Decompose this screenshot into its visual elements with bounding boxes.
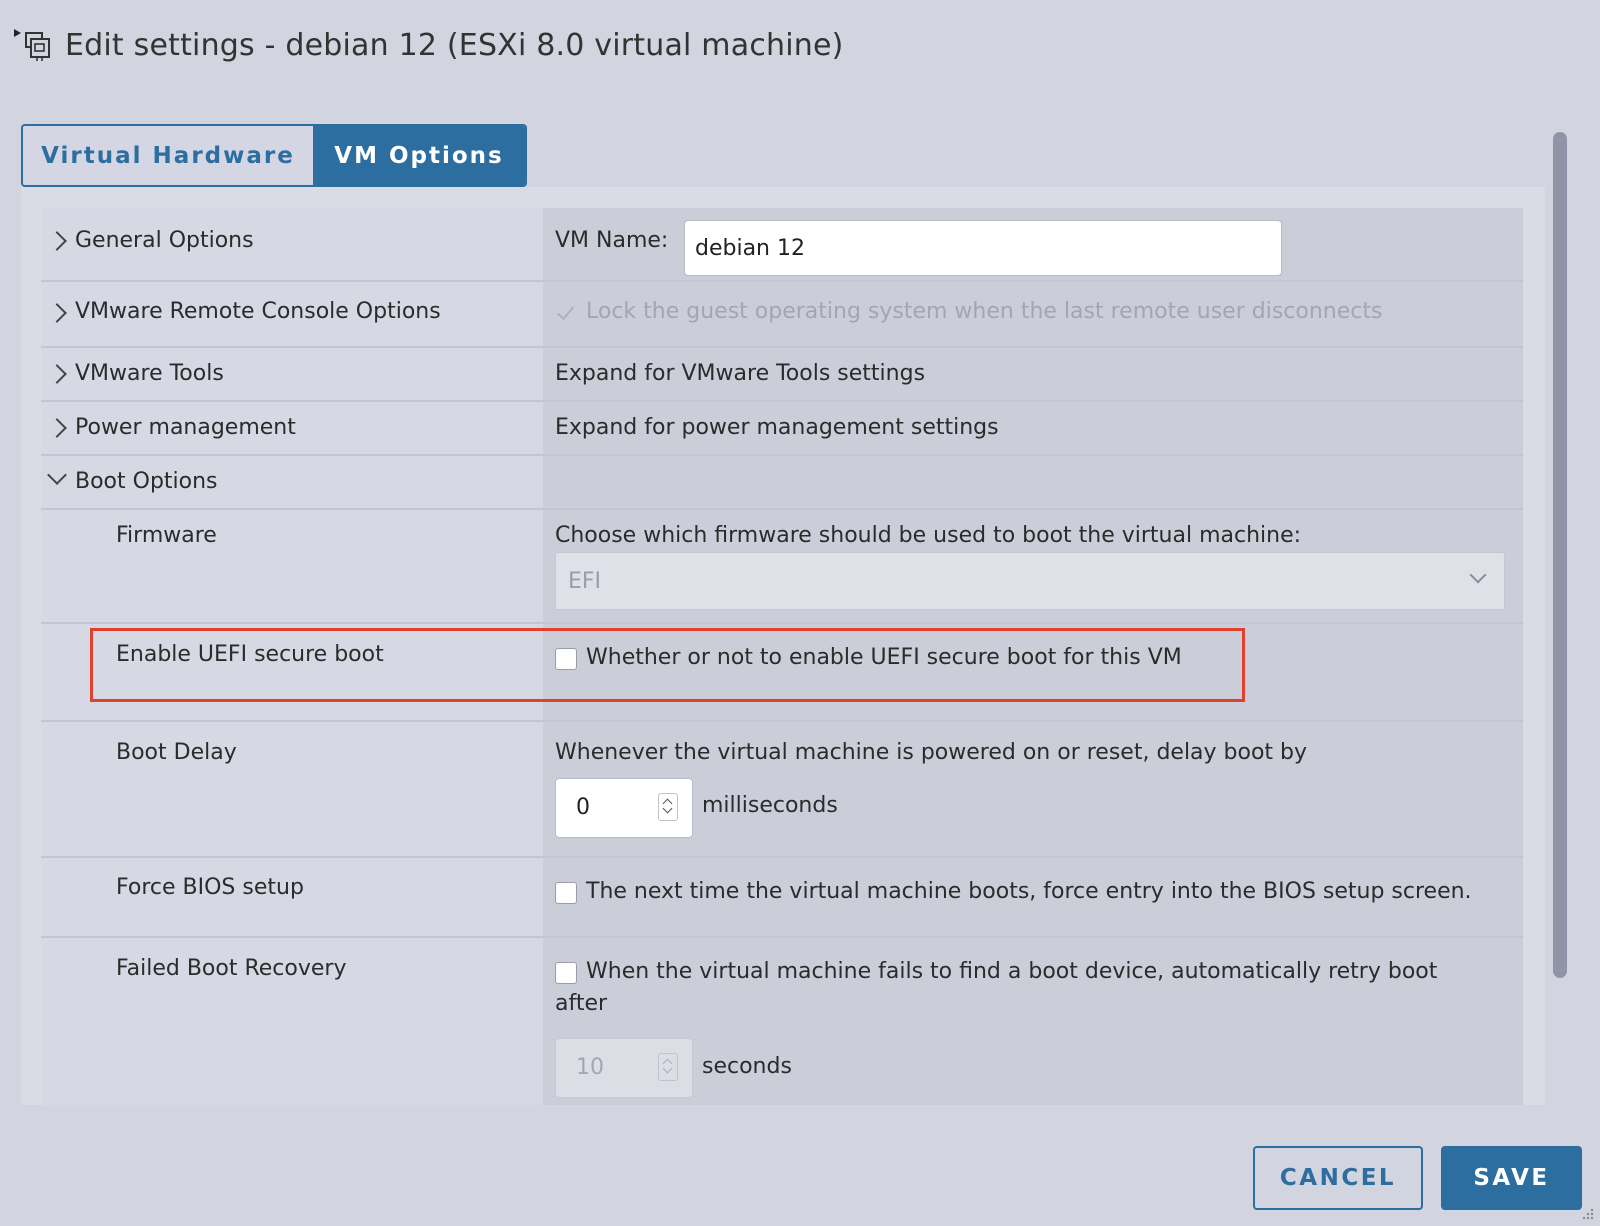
firmware-label: Firmware [116, 523, 217, 548]
chevron-right-icon[interactable] [47, 418, 67, 438]
stepper-icon[interactable] [658, 793, 678, 821]
row-boot-options: Boot Options [41, 456, 1523, 510]
failed-boot-recovery-checkbox[interactable] [555, 962, 577, 984]
dialog-title: Edit settings - debian 12 (ESXi 8.0 virt… [65, 28, 844, 63]
firmware-selected-value: EFI [568, 569, 602, 594]
tab-virtual-hardware[interactable]: Virtual Hardware [23, 126, 313, 185]
resize-grip-icon[interactable] [1580, 1206, 1594, 1220]
force-bios-description: The next time the virtual machine boots,… [586, 879, 1472, 904]
force-bios-checkbox[interactable] [555, 882, 577, 904]
stepper-icon[interactable] [658, 1053, 678, 1081]
uefi-secure-boot-label: Enable UEFI secure boot [116, 642, 384, 667]
failed-boot-recovery-label: Failed Boot Recovery [116, 956, 347, 981]
row-vmware-tools: VMware Tools Expand for VMware Tools set… [41, 348, 1523, 402]
retry-boot-seconds-input[interactable]: 10 [555, 1038, 693, 1098]
boot-delay-unit: milliseconds [702, 793, 838, 818]
chevron-right-icon[interactable] [47, 303, 67, 323]
vm-settings-icon [14, 29, 50, 61]
row-remote-console: VMware Remote Console Options Lock the g… [41, 282, 1523, 348]
row-general-options: General Options VM Name: debian 12 [41, 208, 1523, 282]
firmware-select[interactable]: EFI [555, 552, 1505, 610]
section-label-general[interactable]: General Options [75, 228, 254, 253]
failed-boot-recovery-description: When the virtual machine fails to find a… [586, 959, 1438, 984]
lock-guest-os-text: Lock the guest operating system when the… [586, 299, 1383, 324]
boot-delay-description: Whenever the virtual machine is powered … [555, 740, 1308, 765]
save-button[interactable]: SAVE [1441, 1146, 1582, 1210]
row-failed-boot-recovery: Failed Boot Recovery When the virtual ma… [41, 938, 1523, 1105]
chevron-down-icon[interactable] [47, 465, 67, 485]
section-label-boot-options[interactable]: Boot Options [75, 469, 218, 494]
section-label-power-management[interactable]: Power management [75, 415, 296, 440]
chevron-right-icon[interactable] [47, 231, 67, 251]
tab-vm-options[interactable]: VM Options [313, 126, 525, 185]
vmware-tools-summary: Expand for VMware Tools settings [555, 361, 926, 386]
vm-name-input[interactable]: debian 12 [684, 220, 1282, 276]
vm-name-label: VM Name: [555, 228, 669, 253]
firmware-description: Choose which firmware should be used to … [555, 523, 1302, 548]
row-boot-delay: Boot Delay Whenever the virtual machine … [41, 722, 1523, 858]
row-firmware: Firmware Choose which firmware should be… [41, 510, 1523, 624]
uefi-secure-boot-checkbox[interactable] [555, 648, 577, 670]
failed-boot-recovery-description-cont: after [555, 991, 608, 1016]
dialog-title-bar: Edit settings - debian 12 (ESXi 8.0 virt… [0, 0, 1600, 100]
section-label-vmware-tools[interactable]: VMware Tools [75, 361, 224, 386]
retry-boot-unit: seconds [702, 1054, 792, 1079]
boot-delay-input[interactable]: 0 [555, 778, 693, 838]
cancel-button[interactable]: CANCEL [1253, 1146, 1423, 1210]
row-power-management: Power management Expand for power manage… [41, 402, 1523, 456]
power-management-summary: Expand for power management settings [555, 415, 999, 440]
tab-bar: Virtual Hardware VM Options [21, 124, 527, 187]
force-bios-label: Force BIOS setup [116, 875, 304, 900]
chevron-down-icon [1469, 566, 1487, 584]
vertical-scrollbar[interactable] [1553, 132, 1567, 978]
row-uefi-secure-boot: Enable UEFI secure boot Whether or not t… [41, 624, 1523, 722]
lock-guest-os-checkbox[interactable] [555, 302, 577, 324]
boot-delay-label: Boot Delay [116, 740, 237, 765]
section-label-remote-console[interactable]: VMware Remote Console Options [75, 299, 441, 324]
row-force-bios-setup: Force BIOS setup The next time the virtu… [41, 858, 1523, 938]
options-table: General Options VM Name: debian 12 VMwar… [41, 208, 1523, 1105]
chevron-right-icon[interactable] [47, 364, 67, 384]
uefi-secure-boot-description: Whether or not to enable UEFI secure boo… [586, 645, 1182, 670]
